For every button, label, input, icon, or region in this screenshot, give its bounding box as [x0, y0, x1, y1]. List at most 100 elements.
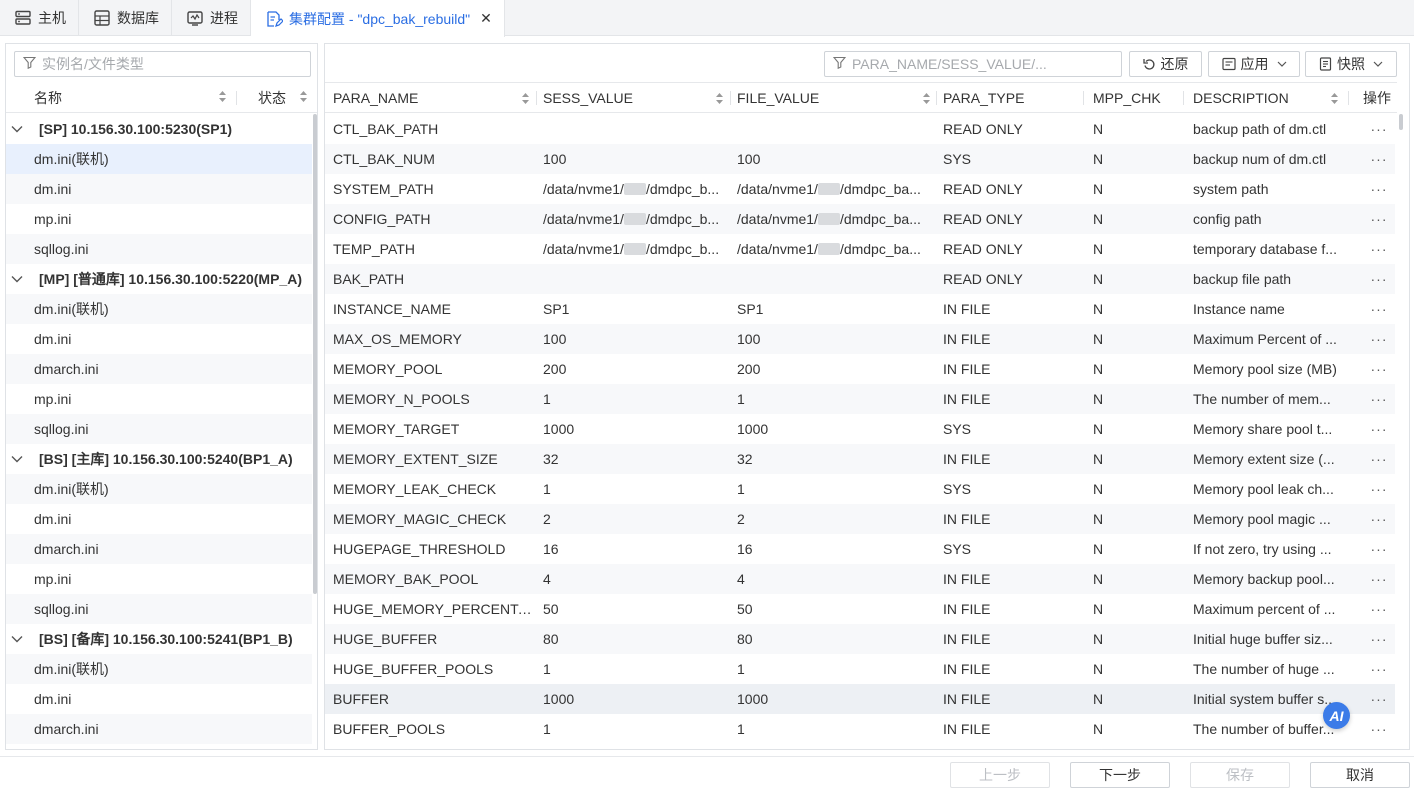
tree-item[interactable]: dm.ini(联机) — [6, 474, 312, 504]
tree-item[interactable]: dm.ini(联机) — [6, 294, 312, 324]
column-header[interactable]: DESCRIPTION — [1193, 83, 1289, 113]
param-row[interactable]: MEMORY_LEAK_CHECK 1 1 SYS N Memory pool leak … — [325, 474, 1395, 504]
snapshot-button[interactable]: 快照 — [1305, 51, 1397, 77]
param-row[interactable]: HUGE_MEMORY_PERCENTAGE 50 50 IN FILE N Maximu… — [325, 594, 1395, 624]
more-icon[interactable]: ··· — [1365, 414, 1393, 444]
apply-button[interactable]: 应用 — [1208, 51, 1300, 77]
param-row[interactable]: MEMORY_MAGIC_CHECK 2 2 IN FILE N Memory pool … — [325, 504, 1395, 534]
more-icon[interactable]: ··· — [1365, 564, 1393, 594]
more-icon[interactable]: ··· — [1365, 174, 1393, 204]
cell-type: IN FILE — [943, 511, 991, 527]
tree-item[interactable]: dmarch.ini — [6, 714, 312, 744]
column-header[interactable]: PARA_NAME — [333, 83, 418, 113]
tree-item[interactable]: mp.ini — [6, 564, 312, 594]
tree-item[interactable]: dm.ini(联机) — [6, 144, 312, 174]
more-icon[interactable]: ··· — [1365, 384, 1393, 414]
restore-button[interactable]: 还原 — [1129, 51, 1202, 77]
chevron-down-icon[interactable] — [11, 275, 25, 283]
tree-item[interactable]: dmarch.ini — [6, 354, 312, 384]
tree-item[interactable]: mp.ini — [6, 204, 312, 234]
more-icon[interactable]: ··· — [1365, 114, 1393, 144]
sort-icon[interactable] — [715, 92, 724, 108]
chevron-down-icon[interactable] — [11, 455, 25, 463]
tree-item[interactable]: mp.ini — [6, 384, 312, 414]
column-header[interactable]: FILE_VALUE — [737, 83, 819, 113]
cancel-button[interactable]: 取消 — [1310, 762, 1410, 788]
column-header[interactable]: PARA_TYPE — [943, 83, 1024, 113]
more-icon[interactable]: ··· — [1365, 444, 1393, 474]
tree-item[interactable]: dm.ini — [6, 174, 312, 204]
tab-process[interactable]: 进程 — [172, 0, 251, 36]
save-button[interactable]: 保存 — [1190, 762, 1290, 788]
more-icon[interactable]: ··· — [1365, 324, 1393, 354]
more-icon[interactable]: ··· — [1365, 504, 1393, 534]
chevron-down-icon[interactable] — [11, 635, 25, 643]
sort-icon[interactable] — [521, 92, 530, 108]
instance-search[interactable] — [14, 51, 311, 77]
tree-scrollbar[interactable] — [313, 114, 317, 594]
ai-assistant-button[interactable]: AI — [1323, 702, 1350, 729]
sort-icon[interactable] — [1330, 92, 1339, 108]
param-row[interactable]: HUGEPAGE_THRESHOLD 16 16 SYS N If not zero, t… — [325, 534, 1395, 564]
param-search-input[interactable] — [846, 56, 1121, 72]
chevron-down-icon[interactable] — [11, 125, 25, 133]
param-row[interactable]: CTL_BAK_PATH READ ONLY Nbackup path of dm.… — [325, 114, 1395, 144]
tree-group[interactable]: [BS] [主库] 10.156.30.100:5240(BP1_A) — [6, 444, 312, 474]
more-icon[interactable]: ··· — [1365, 684, 1393, 714]
param-row[interactable]: BAK_PATH READ ONLY Nbackup file path ··· — [325, 264, 1395, 294]
param-row[interactable]: HUGE_BUFFER 80 80 IN FILE N Initial huge buff… — [325, 624, 1395, 654]
tree-group[interactable]: [MP] [普通库] 10.156.30.100:5220(MP_A) — [6, 264, 312, 294]
column-header[interactable]: MPP_CHK — [1093, 83, 1161, 113]
more-icon[interactable]: ··· — [1365, 354, 1393, 384]
more-icon[interactable]: ··· — [1365, 714, 1393, 744]
sort-icon[interactable] — [218, 90, 227, 106]
param-row[interactable]: CTL_BAK_NUM 100 100 SYS Nbackup num of dm.ct… — [325, 144, 1395, 174]
sort-icon[interactable] — [299, 90, 308, 106]
column-header[interactable]: 操作 — [1363, 83, 1391, 113]
more-icon[interactable]: ··· — [1365, 654, 1393, 684]
instance-search-input[interactable] — [36, 56, 310, 72]
more-icon[interactable]: ··· — [1365, 474, 1393, 504]
more-icon[interactable]: ··· — [1365, 624, 1393, 654]
tree-item[interactable]: dm.ini(联机) — [6, 654, 312, 684]
tree-item[interactable]: dm.ini — [6, 324, 312, 354]
more-icon[interactable]: ··· — [1365, 594, 1393, 624]
param-row[interactable]: MEMORY_POOL 200 200 IN FILE N Memory pool siz… — [325, 354, 1395, 384]
close-icon[interactable]: ✕ — [480, 10, 492, 27]
param-row[interactable]: INSTANCE_NAME SP1 SP1 IN FILE N Instance name… — [325, 294, 1395, 324]
more-icon[interactable]: ··· — [1365, 534, 1393, 564]
param-row[interactable]: SYSTEM_PATH/data/nvme1//dmdpc_b.../data/… — [325, 174, 1395, 204]
param-row[interactable]: HUGE_BUFFER_POOLS 1 1 IN FILE N The number of… — [325, 654, 1395, 684]
more-icon[interactable]: ··· — [1365, 294, 1393, 324]
tree-item[interactable]: dmarch.ini — [6, 534, 312, 564]
next-step-button[interactable]: 下一步 — [1070, 762, 1170, 788]
more-icon[interactable]: ··· — [1365, 234, 1393, 264]
tab-cluster-config[interactable]: 集群配置 - "dpc_bak_rebuild" ✕ — [251, 0, 505, 37]
tree-item[interactable]: sqllog.ini — [6, 414, 312, 444]
column-header[interactable]: SESS_VALUE — [543, 83, 633, 113]
tree-item[interactable]: sqllog.ini — [6, 594, 312, 624]
param-row[interactable]: MEMORY_N_POOLS 1 1 IN FILE N The number of me… — [325, 384, 1395, 414]
param-search[interactable] — [824, 51, 1122, 77]
param-row[interactable]: BUFFER_POOLS 1 1 IN FILE N The number of buff… — [325, 714, 1395, 744]
param-row[interactable]: MEMORY_BAK_POOL 4 4 IN FILE N Memory backup p… — [325, 564, 1395, 594]
tab-database[interactable]: 数据库 — [79, 0, 172, 36]
sort-icon[interactable] — [922, 92, 931, 108]
tree-item[interactable]: sqllog.ini — [6, 234, 312, 264]
tree-item[interactable]: dm.ini — [6, 684, 312, 714]
grid-scrollbar[interactable] — [1399, 114, 1403, 130]
tree-item[interactable]: dm.ini — [6, 504, 312, 534]
more-icon[interactable]: ··· — [1365, 264, 1393, 294]
prev-step-button[interactable]: 上一步 — [950, 762, 1050, 788]
param-row[interactable]: TEMP_PATH/data/nvme1//dmdpc_b.../data/nv… — [325, 234, 1395, 264]
tab-host[interactable]: 主机 — [0, 0, 79, 36]
more-icon[interactable]: ··· — [1365, 204, 1393, 234]
param-row[interactable]: MAX_OS_MEMORY 100 100 IN FILE N Maximum Perce… — [325, 324, 1395, 354]
param-row[interactable]: MEMORY_TARGET 1000 1000 SYS N Memory share po… — [325, 414, 1395, 444]
tree-group[interactable]: [BS] [备库] 10.156.30.100:5241(BP1_B) — [6, 624, 312, 654]
more-icon[interactable]: ··· — [1365, 144, 1393, 174]
param-row[interactable]: MEMORY_EXTENT_SIZE 32 32 IN FILE N Memory ext… — [325, 444, 1395, 474]
param-row[interactable]: CONFIG_PATH/data/nvme1//dmdpc_b.../data/… — [325, 204, 1395, 234]
tree-group[interactable]: [SP] 10.156.30.100:5230(SP1) — [6, 114, 312, 144]
param-row[interactable]: BUFFER 1000 1000 IN FILE N Initial system buf… — [325, 684, 1395, 714]
